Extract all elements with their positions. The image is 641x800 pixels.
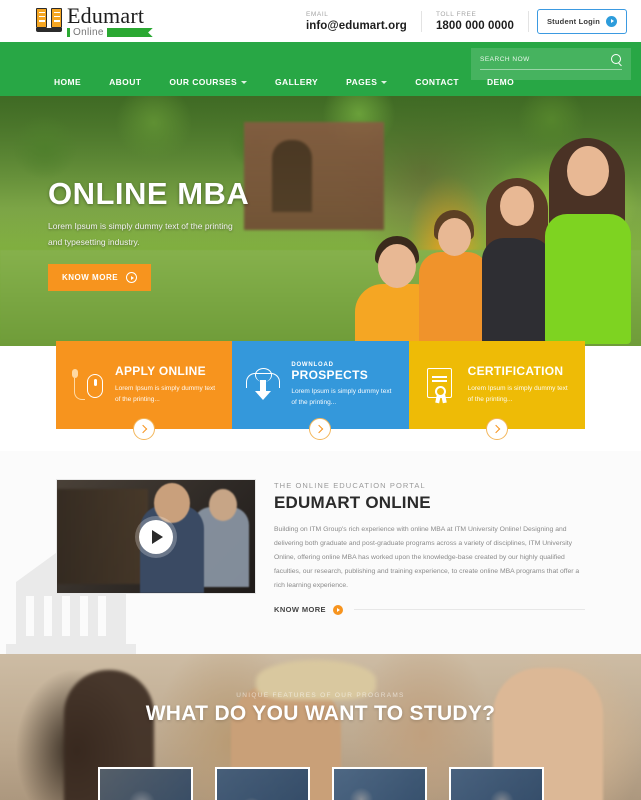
feature-box-download-prospects[interactable]: DOWNLOAD PROSPECTS Lorem Ipsum is simply… bbox=[232, 341, 409, 440]
course-photo bbox=[99, 769, 191, 800]
search-icon[interactable] bbox=[611, 54, 622, 65]
course-card-online-mba-operations[interactable]: ONLINE MBA OPERATIONS FEES : $230 bbox=[214, 767, 310, 800]
open-book-icon bbox=[36, 7, 62, 32]
nav-item-pages[interactable]: PAGES bbox=[332, 68, 401, 96]
search-input[interactable] bbox=[480, 56, 600, 63]
feature-kicker: DOWNLOAD bbox=[291, 361, 334, 368]
nav-label: GALLERY bbox=[275, 77, 319, 87]
hero-description: Lorem Ipsum is simply dummy text of the … bbox=[48, 221, 233, 247]
circle-arrow-icon bbox=[332, 604, 343, 615]
course-card-mba-operations[interactable]: MBA OPERATIONS FEES : $230 bbox=[331, 767, 427, 800]
chevron-right-icon[interactable] bbox=[133, 418, 156, 440]
feature-title: CERTIFICATION bbox=[467, 364, 564, 379]
main-navbar: HOME ABOUT OUR COURSES GALLERY PAGES CON… bbox=[0, 42, 641, 96]
feature-boxes: APPLY ONLINE Lorem Ipsum is simply dummy… bbox=[56, 341, 585, 440]
site-logo[interactable]: Edumart Online bbox=[36, 2, 153, 38]
certificate-icon bbox=[423, 367, 457, 404]
about-video-thumbnail[interactable] bbox=[56, 479, 256, 594]
divider-line bbox=[353, 609, 585, 611]
play-icon[interactable] bbox=[139, 519, 173, 554]
course-photo bbox=[333, 769, 425, 800]
feature-title: APPLY ONLINE bbox=[115, 364, 206, 379]
student-login-button[interactable]: Student Login bbox=[536, 8, 627, 34]
about-kicker: THE ONLINE EDUCATION PORTAL bbox=[274, 481, 426, 490]
hero-content: ONLINE MBA Lorem Ipsum is simply dummy t… bbox=[48, 176, 250, 292]
nav-links: HOME ABOUT OUR COURSES GALLERY PAGES CON… bbox=[40, 68, 528, 96]
hero-banner: ONLINE MBA Lorem Ipsum is simply dummy t… bbox=[0, 96, 641, 346]
hero-students-photo bbox=[341, 116, 641, 346]
tollfree-block: TOLL FREE 1800 000 0000 bbox=[422, 10, 529, 32]
feature-description: Lorem Ipsum is simply dummy text of the … bbox=[115, 384, 216, 403]
hero-know-more-button[interactable]: KNOW MORE bbox=[48, 264, 152, 292]
about-paragraph: Building on ITM Group's rich experience … bbox=[274, 526, 580, 589]
study-kicker: UNIQUE FEATURES OF OUR PROGRAMS bbox=[236, 692, 405, 699]
about-know-more-link[interactable]: KNOW MORE bbox=[274, 604, 585, 615]
tollfree-label: TOLL FREE bbox=[435, 10, 477, 18]
study-section: UNIQUE FEATURES OF OUR PROGRAMS WHAT DO … bbox=[0, 654, 641, 800]
nav-label: PAGES bbox=[346, 77, 378, 87]
chevron-down-icon bbox=[381, 80, 388, 84]
mouse-icon bbox=[70, 367, 104, 403]
header-contact-group: EMAIL info@edumart.org TOLL FREE 1800 00… bbox=[292, 8, 627, 34]
nav-item-about[interactable]: ABOUT bbox=[95, 68, 155, 96]
student-login-label: Student Login bbox=[546, 16, 600, 26]
course-photo bbox=[216, 769, 308, 800]
logo-ribbon bbox=[106, 28, 153, 37]
nav-label: HOME bbox=[54, 77, 82, 87]
course-card-mba-general[interactable]: MBA GENERAL FEES : $230 bbox=[97, 767, 193, 800]
logo-name: Edumart bbox=[67, 2, 145, 28]
course-cards: MBA GENERAL FEES : $230 ONLINE MBA OPERA… bbox=[0, 767, 641, 800]
chevron-right-icon[interactable] bbox=[485, 418, 508, 440]
feature-description: Lorem Ipsum is simply dummy text of the … bbox=[291, 388, 392, 407]
nav-label: OUR COURSES bbox=[169, 77, 238, 87]
nav-item-our-courses[interactable]: OUR COURSES bbox=[155, 68, 261, 96]
chevron-right-icon[interactable] bbox=[309, 418, 332, 440]
about-text: THE ONLINE EDUCATION PORTAL EDUMART ONLI… bbox=[274, 479, 585, 615]
nav-label: CONTACT bbox=[415, 77, 459, 87]
tollfree-value: 1800 000 0000 bbox=[435, 19, 514, 32]
chevron-down-icon bbox=[241, 80, 248, 84]
email-block: EMAIL info@edumart.org bbox=[292, 10, 422, 32]
hero-know-more-label: KNOW MORE bbox=[62, 273, 119, 283]
feature-title: PROSPECTS bbox=[291, 367, 369, 382]
circle-arrow-icon bbox=[126, 272, 138, 284]
about-title: EDUMART ONLINE bbox=[274, 493, 431, 512]
hero-title: ONLINE MBA bbox=[48, 176, 250, 211]
about-know-more-label: KNOW MORE bbox=[274, 605, 326, 615]
email-value: info@edumart.org bbox=[305, 19, 407, 32]
nav-label: ABOUT bbox=[109, 77, 142, 87]
study-heading: UNIQUE FEATURES OF OUR PROGRAMS WHAT DO … bbox=[0, 692, 641, 726]
nav-label: DEMO bbox=[487, 77, 515, 87]
nav-item-gallery[interactable]: GALLERY bbox=[261, 68, 332, 96]
feature-box-certification[interactable]: CERTIFICATION Lorem Ipsum is simply dumm… bbox=[408, 341, 585, 440]
email-label: EMAIL bbox=[305, 10, 329, 18]
nav-item-contact[interactable]: CONTACT bbox=[401, 68, 473, 96]
feature-box-apply-online[interactable]: APPLY ONLINE Lorem Ipsum is simply dummy… bbox=[56, 341, 233, 440]
nav-item-home[interactable]: HOME bbox=[40, 68, 95, 96]
course-card-mba-marketing[interactable]: MBA MARKETING FEES : $230 bbox=[448, 767, 544, 800]
feature-description: Lorem Ipsum is simply dummy text of the … bbox=[467, 384, 568, 403]
logo-accent-bar bbox=[67, 28, 70, 37]
cloud-download-icon bbox=[246, 367, 281, 403]
study-title: WHAT DO YOU WANT TO STUDY? bbox=[145, 702, 496, 725]
about-section: THE ONLINE EDUCATION PORTAL EDUMART ONLI… bbox=[0, 451, 641, 654]
page-root: Edumart Online EMAIL info@edumart.org TO… bbox=[0, 0, 641, 800]
top-bar: Edumart Online EMAIL info@edumart.org TO… bbox=[0, 0, 641, 42]
circle-arrow-icon bbox=[606, 15, 617, 27]
course-photo bbox=[450, 769, 542, 800]
nav-item-demo[interactable]: DEMO bbox=[473, 68, 528, 96]
logo-tagline: Online bbox=[73, 26, 104, 38]
